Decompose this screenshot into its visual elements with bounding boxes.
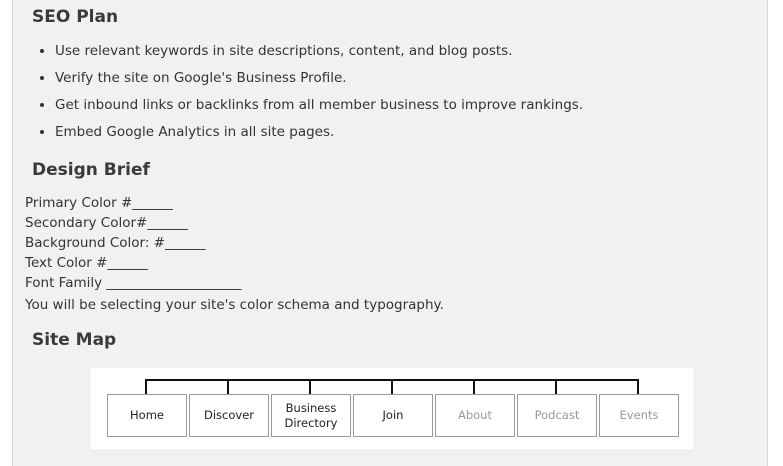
site-map-connector [555,379,557,394]
site-map-connector [637,379,639,394]
design-brief-heading: Design Brief [32,160,150,180]
site-map-connector [391,379,393,394]
site-map-connector [227,379,229,394]
font-family-field: Font Family ____________________ [25,275,242,291]
background-color-field: Background Color: #______ [25,235,206,251]
seo-plan-heading: SEO Plan [32,7,119,27]
site-map-node-podcast: Podcast [517,394,597,437]
site-map-node-home: Home [107,394,187,437]
design-brief-note: You will be selecting your site's color … [25,297,444,313]
site-map-node-join: Join [353,394,433,437]
list-item: Verify the site on Google's Business Pro… [55,65,583,92]
site-map-node-about: About [435,394,515,437]
list-item: Embed Google Analytics in all site pages… [55,119,583,146]
site-map-connector [309,379,311,394]
list-item: Get inbound links or backlinks from all … [55,92,583,119]
site-map-node-discover: Discover [189,394,269,437]
site-map-diagram: Home Discover Business Directory Join Ab… [91,368,693,449]
seo-plan-list: Use relevant keywords in site descriptio… [35,38,583,146]
site-map-node-label: Business Directory [284,400,338,430]
design-brief-fields: Primary Color #______ Secondary Color#__… [25,193,241,293]
list-item: Use relevant keywords in site descriptio… [55,38,583,65]
site-map-heading: Site Map [32,330,117,350]
text-color-field: Text Color #______ [25,255,148,271]
site-map-node-business-directory: Business Directory [271,394,351,437]
site-map-node-events: Events [599,394,679,437]
secondary-color-field: Secondary Color#______ [25,215,188,231]
content-panel: SEO Plan Use relevant keywords in site d… [12,0,768,466]
site-map-connector [145,379,147,394]
primary-color-field: Primary Color #______ [25,195,173,211]
site-map-connector [473,379,475,394]
